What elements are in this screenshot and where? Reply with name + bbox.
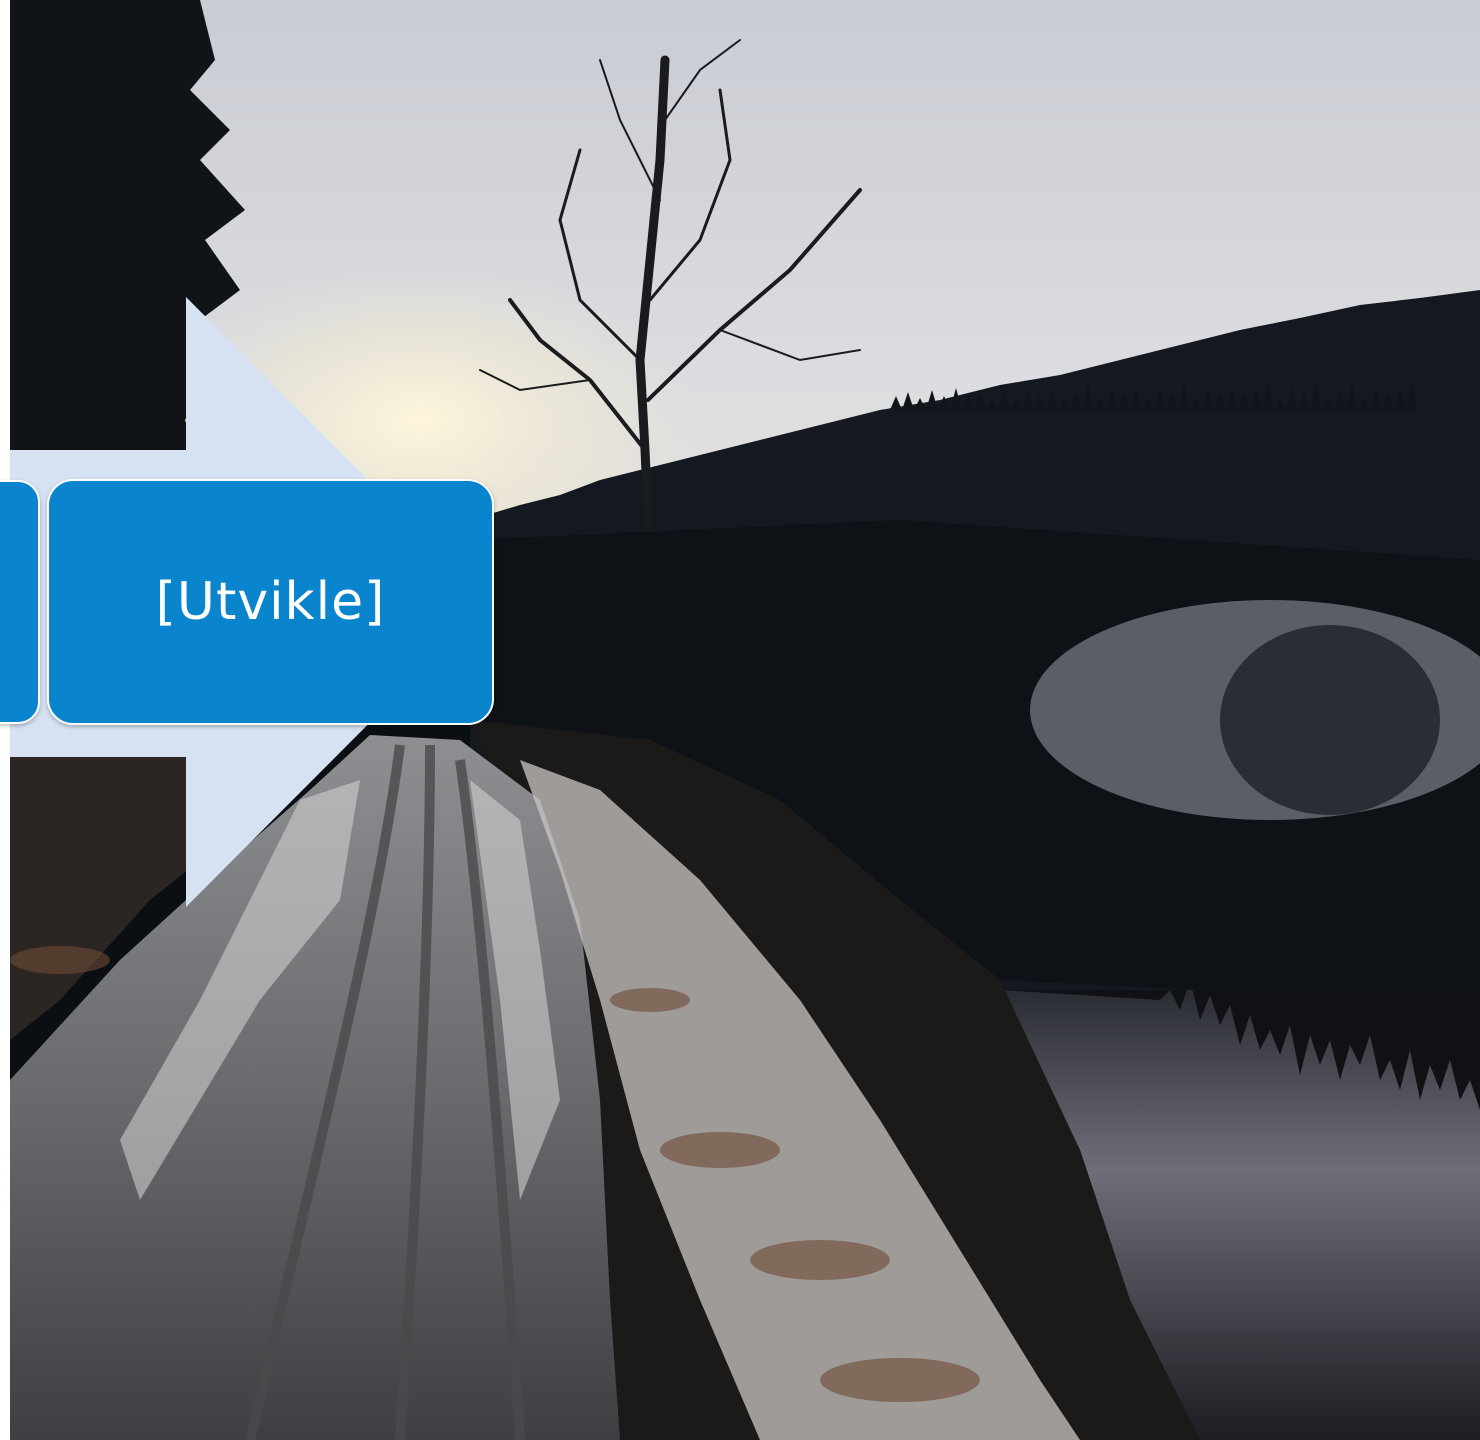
process-step-label: [Utvikle] (155, 572, 386, 632)
process-step-box-previous (0, 480, 40, 724)
slide-canvas: [Utvikle] (0, 0, 1480, 1440)
process-step-box: [Utvikle] (47, 479, 494, 725)
